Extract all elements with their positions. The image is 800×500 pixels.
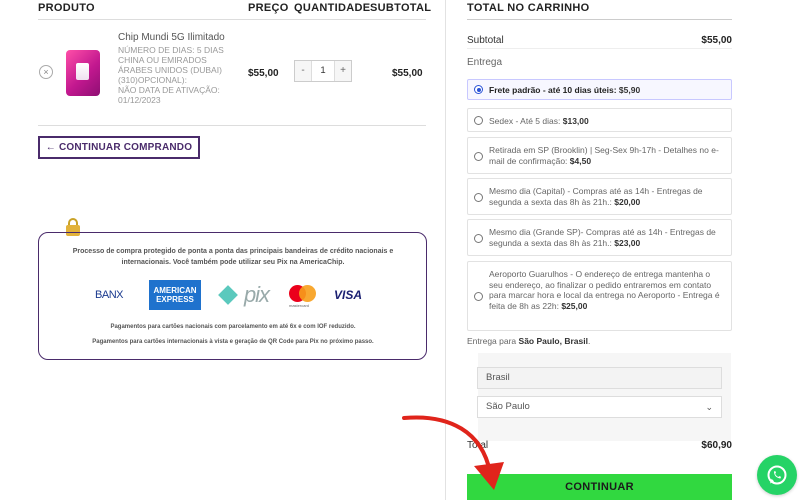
shipping-option-same-day-capital[interactable]: Mesmo dia (Capital) - Compras até as 14h…: [467, 178, 732, 215]
shipping-option-label: Mesmo dia (Capital) - Compras até as 14h…: [489, 186, 703, 207]
product-meta-line: NÚMERO DE DIAS: 5 DIAS: [118, 45, 224, 55]
shipping-option-airport-guarulhos[interactable]: Aeroporto Guarulhos - O endereço de entr…: [467, 261, 732, 331]
total-value: $60,90: [701, 440, 732, 451]
national-cards-note: Pagamentos para cartões nacionais com pa…: [110, 324, 356, 330]
payment-logos: BANX AMERICAN EXPRESS pix mastercard VIS…: [87, 280, 377, 310]
pix-logo: pix: [211, 280, 279, 310]
pix-logo-text: pix: [243, 282, 270, 307]
column-header-product: PRODUTO: [38, 2, 95, 14]
shipping-option-label: Frete padrão - até 10 dias úteis: $5,90: [489, 85, 641, 95]
pix-diamond-icon: [218, 285, 238, 305]
product-meta-line: 01/12/2023: [118, 95, 161, 105]
amex-logo-line: AMERICAN: [153, 286, 197, 295]
column-header-subtotal: SUBTOTAL: [370, 2, 432, 14]
quantity-input[interactable]: 1: [311, 61, 335, 81]
column-header-price: PREÇO: [248, 2, 289, 14]
shipping-option-same-day-grande-sp[interactable]: Mesmo dia (Grande SP)- Compras até as 14…: [467, 219, 732, 256]
shipping-label: Entrega: [467, 57, 503, 68]
amex-logo-line: EXPRESS: [156, 295, 194, 304]
shipping-destination: Entrega para São Paulo, Brasil.: [467, 336, 591, 346]
shipping-option-sedex[interactable]: Sedex - Até 5 dias: $13,00: [467, 108, 732, 132]
shipping-option-standard[interactable]: Frete padrão - até 10 dias úteis: $5,90: [467, 79, 732, 100]
item-subtotal: $55,00: [392, 68, 423, 79]
continue-shopping-button[interactable]: ← CONTINUAR COMPRANDO: [38, 136, 200, 159]
shipping-radio[interactable]: [474, 152, 483, 161]
quantity-stepper: - 1 +: [294, 60, 352, 82]
shipping-radio[interactable]: [474, 85, 483, 94]
shipping-option-pickup-sp[interactable]: Retirada em SP (Brooklin) | Seg-Sex 9h-1…: [467, 137, 732, 174]
cart-item-row: × Chip Mundi 5G Ilimitado NÚMERO DE DIAS…: [38, 24, 426, 126]
banx-logo: BANX: [95, 289, 123, 301]
subtotal-value: $55,00: [701, 35, 732, 46]
chevron-down-icon: ⌄: [705, 402, 713, 412]
shipping-option-label: Aeroporto Guarulhos - O endereço de entr…: [489, 269, 720, 311]
product-meta-line: CHINA OU EMIRADOS ÁRABES UNIDOS (DUBAI) …: [118, 55, 222, 85]
shipping-option-label: Retirada em SP (Brooklin) | Seg-Sex 9h-1…: [489, 145, 719, 166]
mastercard-logo-text: mastercard: [289, 303, 310, 308]
shipping-radio[interactable]: [474, 234, 483, 243]
country-select[interactable]: Brasil: [477, 367, 722, 389]
shipping-radio[interactable]: [474, 116, 483, 125]
product-thumbnail[interactable]: [66, 50, 100, 96]
quantity-decrease-button[interactable]: -: [295, 61, 311, 81]
product-meta-line: NÃO DATA DE ATIVAÇÃO:: [118, 85, 220, 95]
column-header-quantity: QUANTIDADE: [294, 2, 371, 14]
remove-item-button[interactable]: ×: [39, 65, 53, 79]
shipping-option-label: Mesmo dia (Grande SP)- Compras até as 14…: [489, 227, 716, 248]
product-meta: NÚMERO DE DIAS: 5 DIAS CHINA OU EMIRADOS…: [118, 45, 233, 105]
shipping-radio[interactable]: [474, 193, 483, 202]
international-cards-note: Pagamentos para cartões internacionais à…: [92, 339, 374, 345]
mastercard-logo: mastercard: [287, 280, 321, 310]
cart-table-header: PRODUTO PREÇO QUANTIDADE SUBTOTAL: [38, 0, 431, 20]
subtotal-row: Subtotal $55,00: [467, 33, 732, 49]
quantity-increase-button[interactable]: +: [335, 61, 351, 81]
american-express-logo: AMERICAN EXPRESS: [149, 280, 201, 310]
item-price: $55,00: [248, 68, 279, 79]
destination-value: São Paulo, Brasil: [518, 336, 588, 346]
secure-payment-box: Processo de compra protegido de ponta a …: [38, 232, 427, 360]
secure-purchase-text: Processo de compra protegido de ponta a …: [72, 248, 394, 266]
cart-totals-title: TOTAL NO CARRINHO: [467, 0, 732, 20]
visa-logo: VISA: [333, 288, 362, 302]
shipping-radio[interactable]: [474, 292, 483, 301]
whatsapp-icon: [767, 465, 787, 485]
subtotal-label: Subtotal: [467, 35, 504, 46]
product-name-link[interactable]: Chip Mundi 5G Ilimitado: [118, 32, 225, 43]
red-arrow-annotation: [402, 415, 504, 490]
shipping-option-label: Sedex - Até 5 dias: $13,00: [489, 116, 589, 126]
whatsapp-button[interactable]: [757, 455, 797, 495]
